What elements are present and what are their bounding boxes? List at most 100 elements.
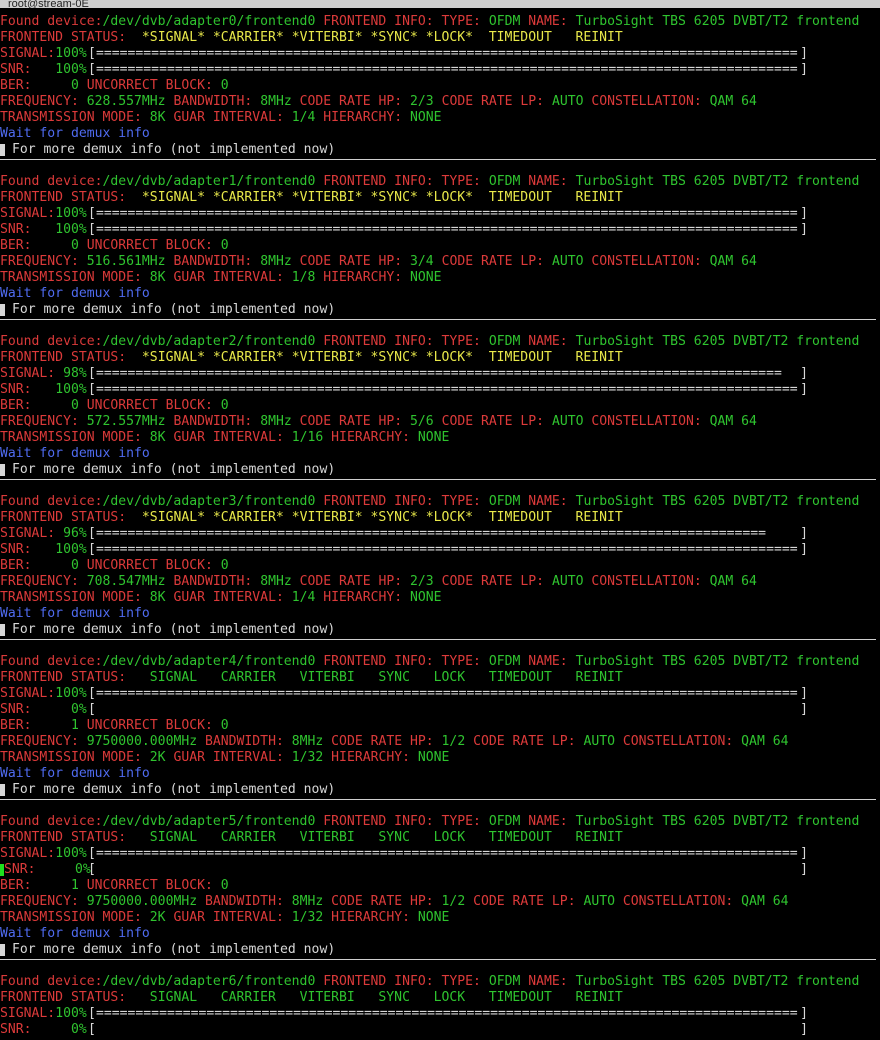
frontend-info-label: FRONTEND INFO: <box>323 494 434 509</box>
hierarchy-value: NONE <box>417 910 450 925</box>
transmission-line: TRANSMISSION MODE: 2K GUAR INTERVAL: 1/3… <box>0 910 880 926</box>
frequency-label: FREQUENCY: <box>0 734 79 749</box>
status-line: FRONTEND STATUS: SIGNAL CARRIER VITERBI … <box>0 670 880 686</box>
code-rate-hp-value: 5/6 <box>410 414 434 429</box>
signal-bar-fill: ========================================… <box>96 846 798 861</box>
frontend-info-label: FRONTEND INFO: <box>323 334 434 349</box>
code-rate-hp-label: CODE RATE HP: <box>299 254 403 269</box>
hierarchy-label: HIERARCHY: <box>331 910 411 925</box>
hierarchy-label: HIERARCHY: <box>323 270 403 285</box>
wait-demux-line: Wait for demux info <box>0 926 880 942</box>
frequency-line: FREQUENCY: 628.557MHz BANDWIDTH: 8MHz CO… <box>0 94 880 110</box>
wait-demux-text: Wait for demux info <box>0 766 150 781</box>
status-flags: SIGNAL CARRIER VITERBI SYNC LOCK TIMEDOU… <box>141 830 623 845</box>
frontend-info-label: FRONTEND INFO: <box>323 654 434 669</box>
more-demux-line: For more demux info (not implemented now… <box>0 142 880 160</box>
signal-bar-fill: ========================================… <box>96 686 798 701</box>
ber-value: 0 <box>70 558 79 573</box>
type-label: TYPE: <box>441 814 481 829</box>
name-value: TurboSight TBS 6205 DVBT/T2 frontend <box>575 974 860 989</box>
signal-label: SIGNAL: <box>0 206 56 221</box>
status-line: FRONTEND STATUS: SIGNAL CARRIER VITERBI … <box>0 830 880 846</box>
type-value: OFDM <box>488 174 521 189</box>
snr-bar: [ ] <box>88 1022 808 1037</box>
wait-demux-text: Wait for demux info <box>0 286 150 301</box>
frequency-line: FREQUENCY: 9750000.000MHz BANDWIDTH: 8MH… <box>0 894 880 910</box>
code-rate-lp-value: AUTO <box>551 414 584 429</box>
code-rate-lp-label: CODE RATE LP: <box>473 894 576 909</box>
signal-bar-fill: ========================================… <box>96 1006 798 1021</box>
terminal-output[interactable]: Found device:/dev/dvb/adapter0/frontend0… <box>0 14 880 1038</box>
wait-demux-text: Wait for demux info <box>0 606 150 621</box>
snr-line: SNR: 0% [ ] <box>0 862 880 878</box>
wait-demux-line: Wait for demux info <box>0 286 880 302</box>
uncorrect-label: UNCORRECT BLOCK: <box>86 398 213 413</box>
constellation-label: CONSTELLATION: <box>591 414 702 429</box>
bandwidth-value: 8MHz <box>260 94 292 109</box>
guard-interval-label: GUAR INTERVAL: <box>173 910 284 925</box>
transmission-mode-label: TRANSMISSION MODE: <box>0 590 142 605</box>
transmission-line: TRANSMISSION MODE: 8K GUAR INTERVAL: 1/1… <box>0 430 880 446</box>
constellation-value: QAM 64 <box>709 254 757 269</box>
signal-line: SIGNAL:100% [ ==========================… <box>0 46 880 62</box>
signal-percent: 100% <box>55 206 87 221</box>
found-device-line: Found device:/dev/dvb/adapter4/frontend0… <box>0 654 880 670</box>
frequency-value: 9750000.000MHz <box>86 894 198 909</box>
signal-percent: 98% <box>55 366 87 381</box>
found-device-line: Found device:/dev/dvb/adapter6/frontend0… <box>0 974 880 990</box>
transmission-mode-label: TRANSMISSION MODE: <box>0 430 142 445</box>
snr-line: SNR: 0% [ ] <box>0 1022 880 1038</box>
guard-interval-label: GUAR INTERVAL: <box>173 750 284 765</box>
found-device-line: Found device:/dev/dvb/adapter2/frontend0… <box>0 334 880 350</box>
signal-label: SIGNAL: <box>0 366 56 381</box>
status-line: FRONTEND STATUS: *SIGNAL* *CARRIER* *VIT… <box>0 190 880 206</box>
frequency-line: FREQUENCY: 516.561MHz BANDWIDTH: 8MHz CO… <box>0 254 880 270</box>
frequency-line: FREQUENCY: 9750000.000MHz BANDWIDTH: 8MH… <box>0 734 880 750</box>
name-label: NAME: <box>528 334 568 349</box>
wait-demux-text: Wait for demux info <box>0 446 150 461</box>
status-line: FRONTEND STATUS: *SIGNAL* *CARRIER* *VIT… <box>0 510 880 526</box>
snr-bar-fill: ========================================… <box>96 542 798 557</box>
signal-line: SIGNAL: 98% [ ==========================… <box>0 366 880 382</box>
name-value: TurboSight TBS 6205 DVBT/T2 frontend <box>575 814 860 829</box>
snr-percent: 100% <box>55 542 87 557</box>
more-demux-text: For more demux info (not implemented now… <box>12 462 336 477</box>
window-titlebar: root@stream-0E <box>0 0 880 8</box>
ber-label: BER: <box>0 78 32 93</box>
snr-bar: [ ] <box>88 862 808 877</box>
signal-bar-fill: ========================================… <box>96 526 767 541</box>
more-demux-line: For more demux info (not implemented now… <box>0 622 880 640</box>
device-path: /dev/dvb/adapter1/frontend0 <box>102 174 316 189</box>
found-label: Found device: <box>0 174 103 189</box>
constellation-value: QAM 64 <box>709 574 757 589</box>
frequency-value: 9750000.000MHz <box>86 734 198 749</box>
wait-demux-line: Wait for demux info <box>0 606 880 622</box>
device-block: Found device:/dev/dvb/adapter0/frontend0… <box>0 14 880 174</box>
device-path: /dev/dvb/adapter4/frontend0 <box>102 654 316 669</box>
frequency-label: FREQUENCY: <box>0 574 79 589</box>
type-value: OFDM <box>488 654 521 669</box>
status-line: FRONTEND STATUS: SIGNAL CARRIER VITERBI … <box>0 990 880 1006</box>
transmission-line: TRANSMISSION MODE: 8K GUAR INTERVAL: 1/8… <box>0 270 880 286</box>
constellation-value: QAM 64 <box>741 894 789 909</box>
transmission-mode-value: 8K <box>149 110 166 125</box>
guard-interval-value: 1/32 <box>291 750 324 765</box>
signal-percent: 100% <box>55 1006 87 1021</box>
type-label: TYPE: <box>441 334 481 349</box>
bandwidth-value: 8MHz <box>291 894 324 909</box>
signal-percent: 96% <box>55 526 87 541</box>
type-label: TYPE: <box>441 174 481 189</box>
frontend-info-label: FRONTEND INFO: <box>323 174 434 189</box>
ber-label: BER: <box>0 878 32 893</box>
uncorrect-label: UNCORRECT BLOCK: <box>86 78 213 93</box>
signal-bar: [ ======================================… <box>88 1006 808 1021</box>
bandwidth-label: BANDWIDTH: <box>173 574 253 589</box>
signal-label: SIGNAL: <box>0 46 56 61</box>
device-block: Found device:/dev/dvb/adapter4/frontend0… <box>0 654 880 814</box>
signal-bar: [ ======================================… <box>88 686 808 701</box>
guard-interval-label: GUAR INTERVAL: <box>173 430 284 445</box>
device-block: Found device:/dev/dvb/adapter1/frontend0… <box>0 174 880 334</box>
signal-bar: [ ======================================… <box>88 526 808 541</box>
transmission-mode-label: TRANSMISSION MODE: <box>0 270 142 285</box>
name-value: TurboSight TBS 6205 DVBT/T2 frontend <box>575 334 860 349</box>
